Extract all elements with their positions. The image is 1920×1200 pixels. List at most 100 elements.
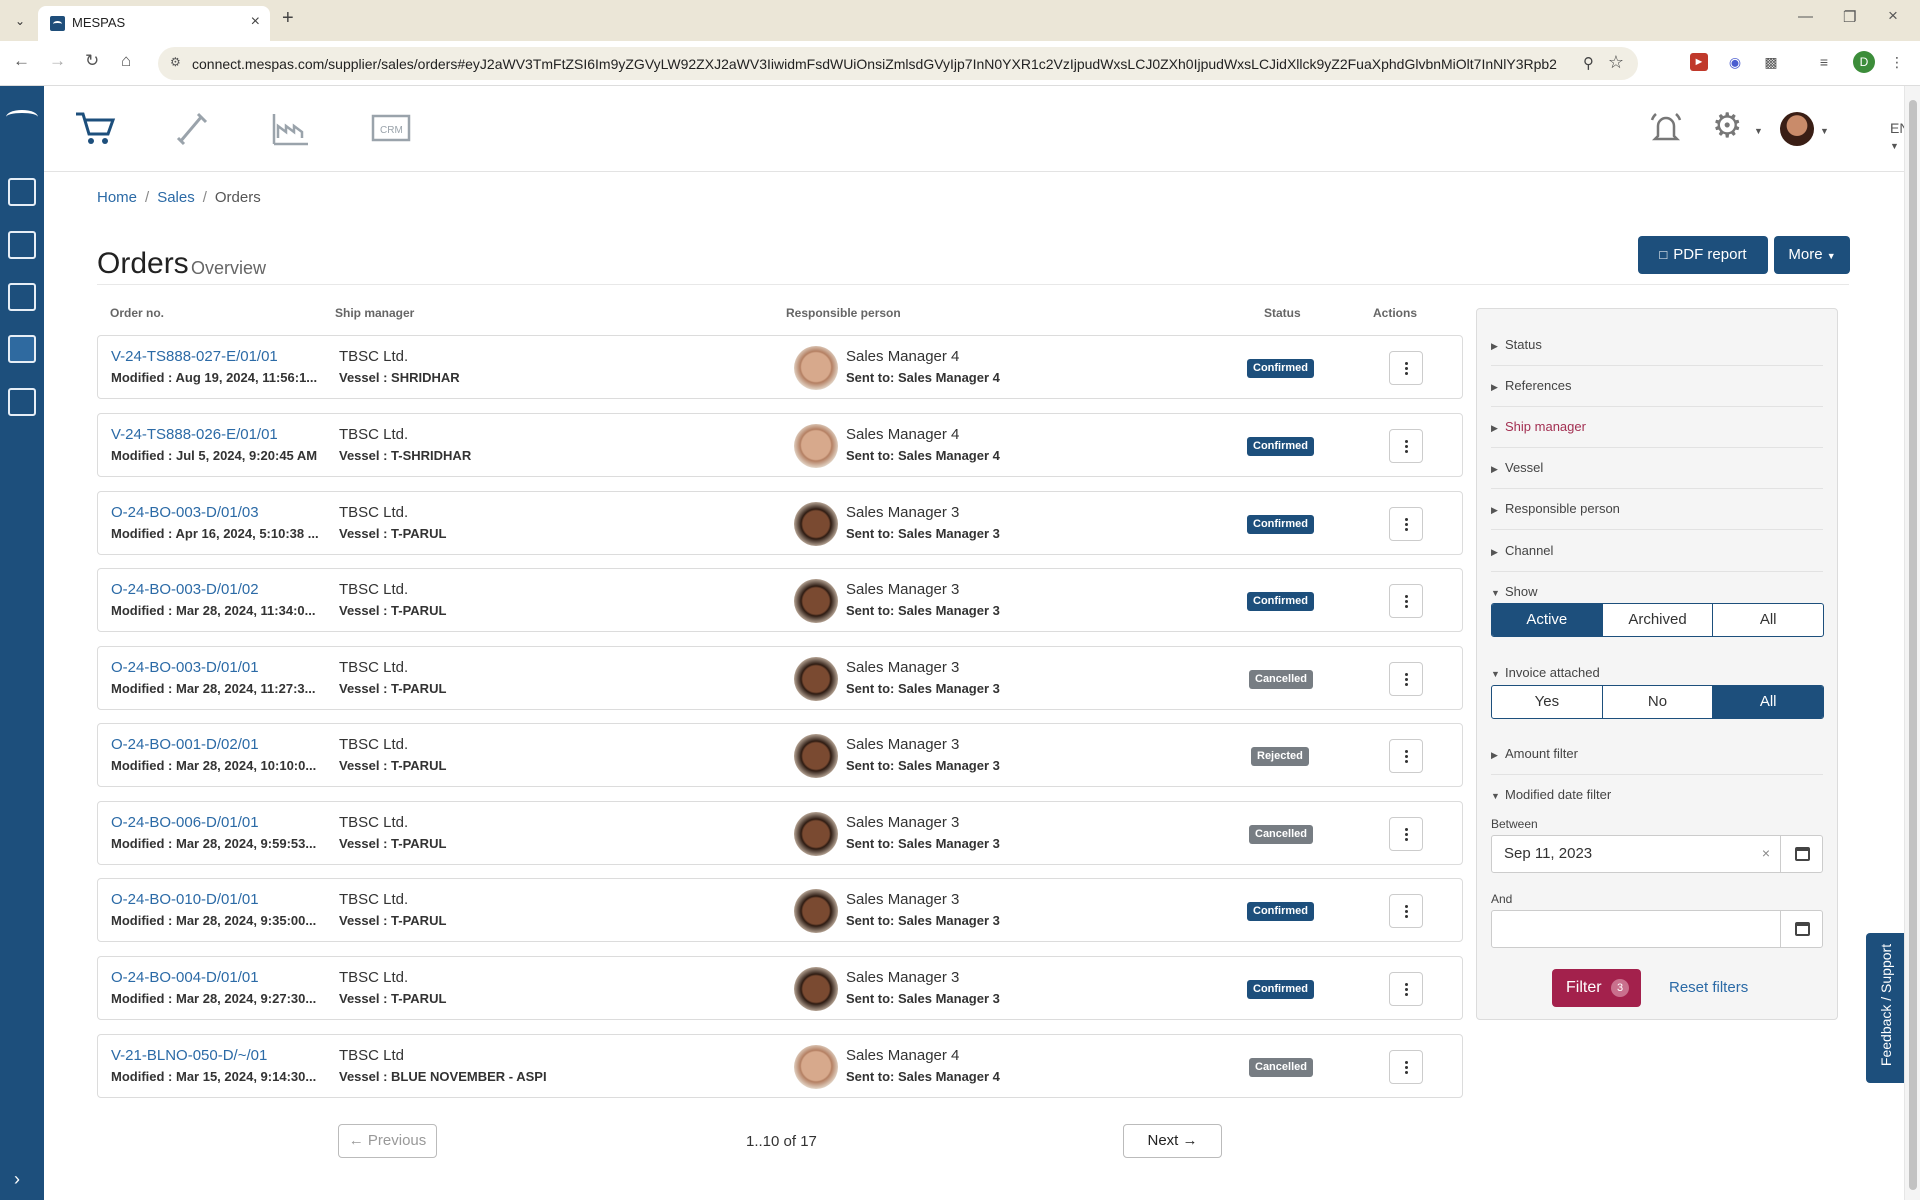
sidebar-orders-icon[interactable] [8,335,36,363]
tab-search-icon[interactable]: ⌄ [8,10,32,32]
pdf-report-button[interactable]: □ PDF report [1638,236,1768,274]
back-icon[interactable]: ← [13,51,30,71]
table-row[interactable]: V-24-TS888-026-E/01/01 Modified : Jul 5, … [97,413,1463,477]
cart-icon[interactable] [74,108,116,148]
sidebar-quotes-icon[interactable] [8,283,36,311]
show-all-option[interactable]: All [1713,604,1823,636]
table-row[interactable]: V-24-TS888-027-E/01/01 Modified : Aug 19,… [97,335,1463,399]
browser-profile-avatar[interactable]: D [1853,51,1875,73]
row-actions-button[interactable] [1389,662,1423,696]
date-to-input[interactable] [1491,910,1781,948]
person-avatar [794,1045,838,1089]
address-bar[interactable]: ⚙ connect.mespas.com/supplier/sales/orde… [158,47,1638,80]
reset-filters-link[interactable]: Reset filters [1669,979,1748,996]
row-actions-button[interactable] [1389,351,1423,385]
order-number-link[interactable]: O-24-BO-001-D/02/01 [111,736,259,753]
filter-section-ship-manager[interactable]: ▶ Ship manager [1491,419,1823,448]
filter-section-status[interactable]: ▶ Status [1491,337,1823,366]
row-actions-button[interactable] [1389,817,1423,851]
filter-section-vessel[interactable]: ▶ Vessel [1491,460,1823,489]
invoice-all-option[interactable]: All [1713,686,1823,718]
pdf-extension-icon[interactable]: ► [1690,53,1708,71]
filter-button[interactable]: Filter 3 [1552,969,1641,1007]
invoice-no-option[interactable]: No [1603,686,1714,718]
notification-bell-icon[interactable] [1646,110,1686,153]
order-number-link[interactable]: V-24-TS888-026-E/01/01 [111,426,278,443]
extensions-puzzle-icon[interactable]: ▩ [1762,53,1780,71]
mespas-logo-icon[interactable] [6,110,38,124]
table-row[interactable]: O-24-BO-003-D/01/03 Modified : Apr 16, 20… [97,491,1463,555]
table-row[interactable]: O-24-BO-001-D/02/01 Modified : Mar 28, 20… [97,723,1463,787]
minimize-icon[interactable]: — [1798,8,1813,25]
scrollbar-thumb[interactable] [1909,100,1917,1190]
reload-icon[interactable]: ↻ [85,51,99,71]
filter-section-modified-date[interactable]: ▼ Modified date filter [1491,787,1823,815]
filter-section-responsible-person[interactable]: ▶ Responsible person [1491,501,1823,530]
row-actions-button[interactable] [1389,894,1423,928]
order-number-link[interactable]: O-24-BO-006-D/01/01 [111,814,259,831]
next-button[interactable]: Next → [1123,1124,1222,1158]
window-close-icon[interactable]: × [1888,6,1898,26]
date-from-calendar-button[interactable] [1780,835,1823,873]
extension-icon[interactable]: ◉ [1726,53,1744,71]
table-row[interactable]: O-24-BO-004-D/01/01 Modified : Mar 28, 20… [97,956,1463,1020]
breadcrumb-home[interactable]: Home [97,189,137,206]
order-number-link[interactable]: O-24-BO-003-D/01/03 [111,504,259,521]
home-icon[interactable]: ⌂ [121,51,131,71]
order-number-link[interactable]: O-24-BO-003-D/01/02 [111,581,259,598]
factory-icon[interactable] [270,108,312,148]
user-caret-icon[interactable]: ▼ [1820,126,1829,136]
previous-button[interactable]: ← Previous [338,1124,437,1158]
kebab-menu-icon [1405,362,1408,365]
order-number-link[interactable]: V-21-BLNO-050-D/~/01 [111,1047,267,1064]
row-actions-button[interactable] [1389,972,1423,1006]
feedback-support-tab[interactable]: Feedback / Support [1866,933,1904,1083]
tools-icon[interactable] [172,108,214,148]
order-number-link[interactable]: V-24-TS888-027-E/01/01 [111,348,278,365]
settings-caret-icon[interactable]: ▼ [1754,126,1763,136]
row-actions-button[interactable] [1389,1050,1423,1084]
order-number-link[interactable]: O-24-BO-003-D/01/01 [111,659,259,676]
sidebar-requests-icon[interactable] [8,178,36,206]
browser-menu-icon[interactable]: ⋮ [1888,53,1906,71]
kebab-menu-icon [1405,673,1408,676]
new-tab-icon[interactable]: + [282,7,294,30]
reading-list-icon[interactable]: ≡ [1815,53,1833,71]
clear-date-icon[interactable]: × [1762,845,1770,861]
table-row[interactable]: V-21-BLNO-050-D/~/01 Modified : Mar 15, 2… [97,1034,1463,1098]
zoom-icon[interactable]: ⚲ [1583,54,1594,72]
filter-section-references[interactable]: ▶ References [1491,378,1823,407]
settings-gear-icon[interactable]: ⚙ [1712,106,1742,146]
tab-close-icon[interactable]: × [251,13,260,31]
show-archived-option[interactable]: Archived [1603,604,1714,636]
page-scrollbar[interactable] [1904,86,1920,1200]
crm-icon[interactable]: CRM [370,108,412,148]
forward-icon[interactable]: → [49,51,66,71]
show-active-option[interactable]: Active [1492,604,1603,636]
breadcrumb-sales[interactable]: Sales [157,189,195,206]
order-number-link[interactable]: O-24-BO-010-D/01/01 [111,891,259,908]
browser-tab[interactable]: MESPAS × [38,6,270,41]
table-row[interactable]: O-24-BO-006-D/01/01 Modified : Mar 28, 20… [97,801,1463,865]
filter-section-channel[interactable]: ▶ Channel [1491,543,1823,572]
site-info-icon[interactable]: ⚙ [170,55,186,71]
row-actions-button[interactable] [1389,507,1423,541]
more-button[interactable]: More ▼ [1774,236,1850,274]
restore-icon[interactable]: ❐ [1843,8,1856,26]
sidebar-basket-icon[interactable] [8,231,36,259]
bookmark-star-icon[interactable]: ☆ [1608,52,1624,73]
order-number-link[interactable]: O-24-BO-004-D/01/01 [111,969,259,986]
table-row[interactable]: O-24-BO-003-D/01/01 Modified : Mar 28, 20… [97,646,1463,710]
date-to-calendar-button[interactable] [1780,910,1823,948]
row-actions-button[interactable] [1389,429,1423,463]
row-actions-button[interactable] [1389,584,1423,618]
invoice-yes-option[interactable]: Yes [1492,686,1603,718]
sidebar-expand-icon[interactable]: › [14,1169,20,1190]
user-avatar[interactable] [1780,112,1814,146]
table-row[interactable]: O-24-BO-003-D/01/02 Modified : Mar 28, 20… [97,568,1463,632]
date-from-input[interactable]: Sep 11, 2023 × [1491,835,1781,873]
table-row[interactable]: O-24-BO-010-D/01/01 Modified : Mar 28, 20… [97,878,1463,942]
sidebar-invoices-icon[interactable] [8,388,36,416]
filter-section-amount[interactable]: ▶ Amount filter [1491,746,1823,775]
row-actions-button[interactable] [1389,739,1423,773]
